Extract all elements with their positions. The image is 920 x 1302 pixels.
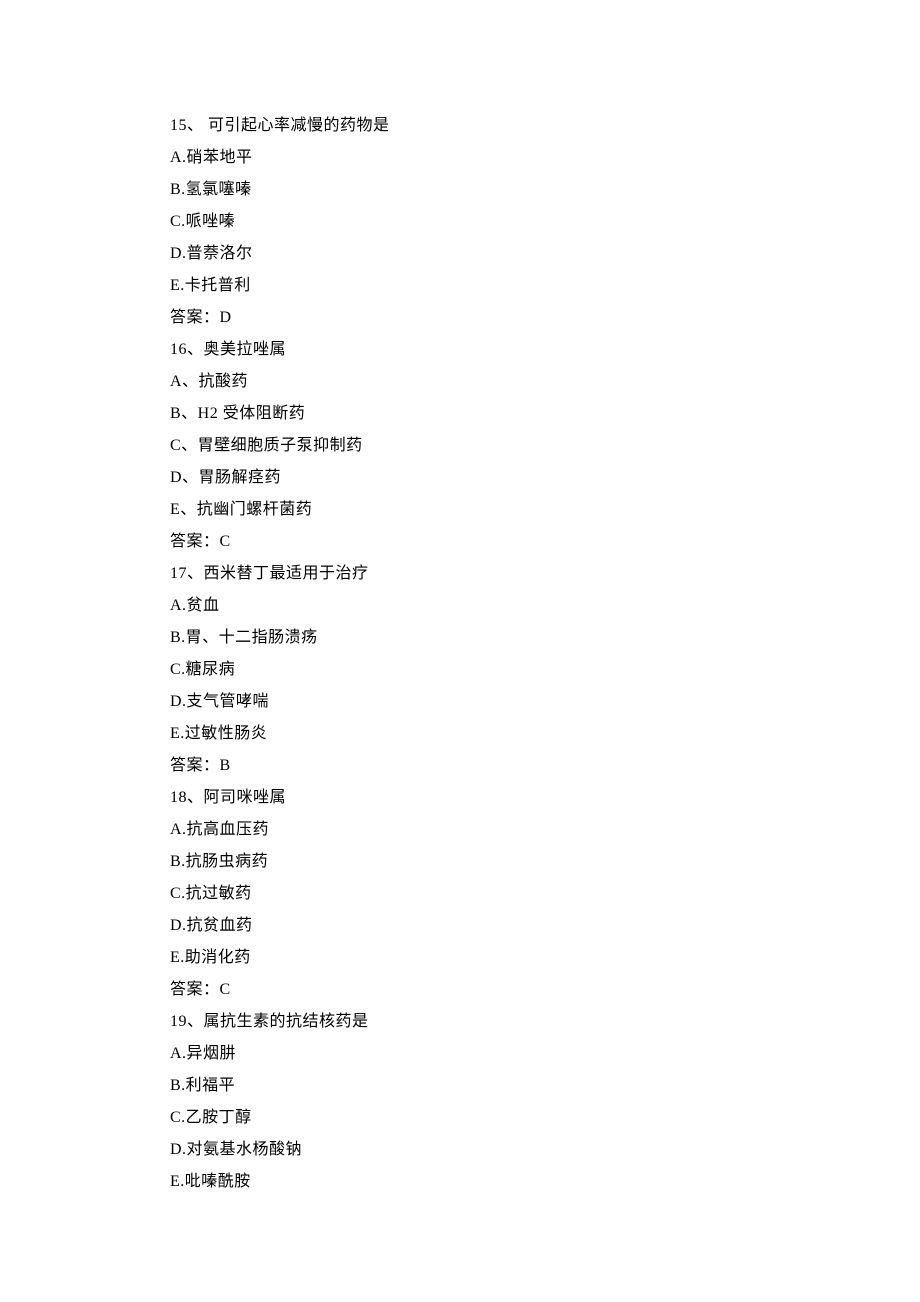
document-page: 15、 可引起心率减慢的药物是 A.硝苯地平 B.氢氯噻嗪 C.哌唑嗪 D.普萘… <box>0 0 920 1258</box>
question-stem: 17、西米替丁最适用于治疗 <box>170 558 750 590</box>
question-stem: 15、 可引起心率减慢的药物是 <box>170 110 750 142</box>
question-option: C.哌唑嗪 <box>170 206 750 238</box>
question-option: A.硝苯地平 <box>170 142 750 174</box>
question-option: C、胃壁细胞质子泵抑制药 <box>170 430 750 462</box>
question-option: D.抗贫血药 <box>170 910 750 942</box>
question-option: E.过敏性肠炎 <box>170 718 750 750</box>
question-option: B.胃、十二指肠溃疡 <box>170 622 750 654</box>
question-option: D.支气管哮喘 <box>170 686 750 718</box>
question-option: E、抗幽门螺杆菌药 <box>170 494 750 526</box>
question-option: B.利福平 <box>170 1070 750 1102</box>
question-option: E.卡托普利 <box>170 270 750 302</box>
question-option: C.乙胺丁醇 <box>170 1102 750 1134</box>
question-stem: 19、属抗生素的抗结核药是 <box>170 1006 750 1038</box>
question-answer: 答案：B <box>170 750 750 782</box>
question-option: E.助消化药 <box>170 942 750 974</box>
question-option: C.糖尿病 <box>170 654 750 686</box>
question-option: D、胃肠解痉药 <box>170 462 750 494</box>
question-option: D.对氨基水杨酸钠 <box>170 1134 750 1166</box>
question-option: D.普萘洛尔 <box>170 238 750 270</box>
question-stem: 16、奥美拉唑属 <box>170 334 750 366</box>
question-option: C.抗过敏药 <box>170 878 750 910</box>
question-stem: 18、阿司咪唑属 <box>170 782 750 814</box>
question-option: A.抗高血压药 <box>170 814 750 846</box>
question-option: B、H2 受体阻断药 <box>170 398 750 430</box>
question-answer: 答案：C <box>170 526 750 558</box>
question-option: E.吡嗪酰胺 <box>170 1166 750 1198</box>
question-option: B.抗肠虫病药 <box>170 846 750 878</box>
question-answer: 答案：C <box>170 974 750 1006</box>
question-option: A.异烟肼 <box>170 1038 750 1070</box>
question-answer: 答案：D <box>170 302 750 334</box>
question-option: B.氢氯噻嗪 <box>170 174 750 206</box>
question-option: A.贫血 <box>170 590 750 622</box>
question-option: A、抗酸药 <box>170 366 750 398</box>
